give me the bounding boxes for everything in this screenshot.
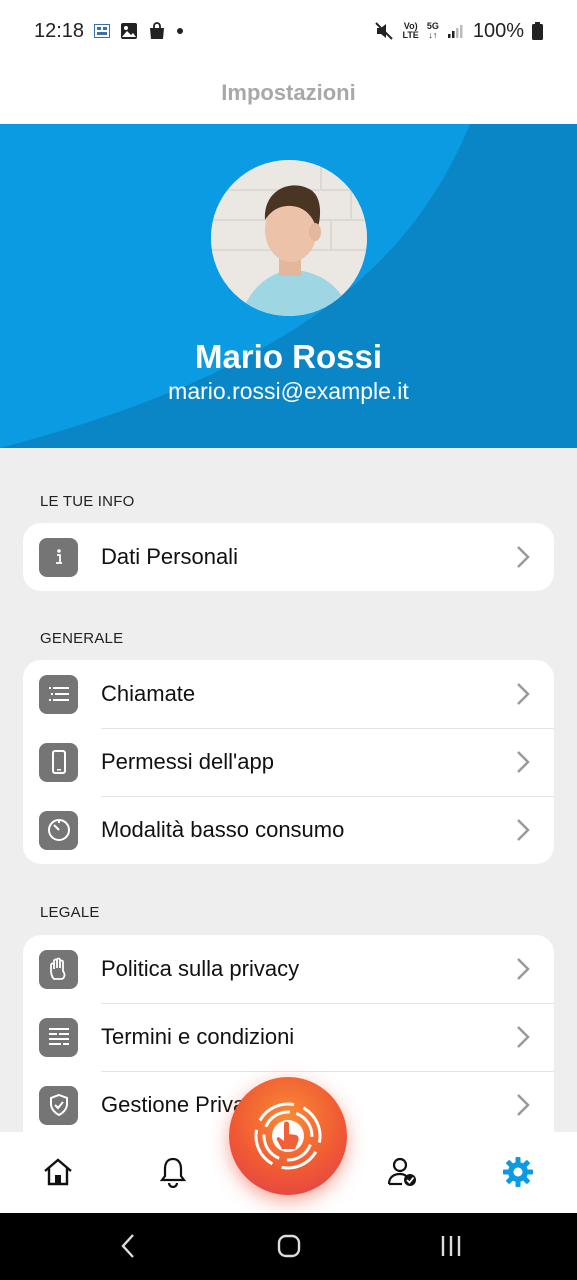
timer-icon bbox=[39, 810, 78, 850]
card-generale: Chiamate Permessi dell'app Modalità bass… bbox=[23, 660, 554, 864]
sos-button[interactable] bbox=[229, 1077, 347, 1195]
system-back-icon[interactable] bbox=[116, 1231, 140, 1261]
list-icon bbox=[39, 674, 78, 714]
section-label-legale: LEGALE bbox=[40, 904, 100, 921]
page-title: Impostazioni bbox=[221, 80, 356, 105]
chevron-right-icon bbox=[516, 1093, 530, 1117]
settings-row-permessi[interactable]: Permessi dell'app bbox=[23, 728, 554, 796]
settings-row-label: Permessi dell'app bbox=[101, 749, 274, 774]
status-bar: 12:18 Vo) LTE 5G ↓↑ 100% bbox=[0, 0, 577, 62]
document-icon bbox=[39, 1017, 78, 1057]
profile-header: Mario Rossi mario.rossi@example.it bbox=[0, 124, 577, 448]
user-name: Mario Rossi bbox=[194, 338, 383, 375]
settings-gear-icon[interactable] bbox=[498, 1152, 538, 1192]
shopping-bag-icon bbox=[148, 22, 166, 40]
signal-icon bbox=[447, 23, 465, 39]
system-home-icon[interactable] bbox=[276, 1231, 302, 1261]
user-email: mario.rossi@example.it bbox=[168, 378, 409, 404]
app-header: Impostazioni bbox=[0, 62, 577, 124]
user-verified-icon[interactable] bbox=[383, 1152, 423, 1192]
settings-row-label: Chiamate bbox=[101, 681, 196, 706]
avatar-photo bbox=[211, 160, 367, 316]
settings-row-label: Termini e condizioni bbox=[101, 1024, 295, 1049]
dot-icon bbox=[176, 27, 184, 35]
system-navigation-bar bbox=[0, 1213, 577, 1280]
avatar[interactable] bbox=[211, 160, 367, 316]
battery-icon bbox=[532, 22, 543, 40]
chevron-right-icon bbox=[516, 750, 530, 774]
chevron-right-icon bbox=[516, 957, 530, 981]
hand-icon bbox=[39, 949, 78, 989]
phone-icon bbox=[39, 742, 78, 782]
settings-row-chiamate[interactable]: Chiamate bbox=[23, 660, 554, 728]
status-time: 12:18 bbox=[34, 19, 85, 42]
mute-icon bbox=[374, 21, 394, 41]
chevron-right-icon bbox=[516, 1025, 530, 1049]
volte-icon: Vo) LTE bbox=[402, 21, 419, 40]
shield-check-icon bbox=[39, 1085, 78, 1125]
5g-icon: 5G ↓↑ bbox=[426, 21, 439, 40]
calendar-notification-icon bbox=[94, 24, 111, 38]
section-label-generale: GENERALE bbox=[40, 630, 124, 647]
info-icon bbox=[39, 537, 78, 577]
system-recents-icon[interactable] bbox=[438, 1231, 464, 1261]
home-icon[interactable] bbox=[38, 1152, 78, 1192]
settings-row-label: Dati Personali bbox=[101, 544, 238, 569]
settings-row-label: Politica sulla privacy bbox=[101, 956, 300, 981]
settings-row-label: Modalità basso consumo bbox=[101, 817, 345, 842]
section-label-info: LE TUE INFO bbox=[40, 493, 135, 510]
chevron-right-icon bbox=[516, 682, 530, 706]
bell-icon[interactable] bbox=[153, 1152, 193, 1192]
chevron-right-icon bbox=[516, 818, 530, 842]
battery-percent: 100% bbox=[472, 19, 524, 42]
chevron-right-icon bbox=[516, 545, 530, 569]
sos-touch-icon bbox=[254, 1102, 322, 1170]
settings-row-termini[interactable]: Termini e condizioni bbox=[23, 1003, 554, 1071]
card-info: Dati Personali bbox=[23, 523, 554, 591]
settings-row-basso-consumo[interactable]: Modalità basso consumo bbox=[23, 796, 554, 864]
image-icon bbox=[120, 22, 138, 40]
settings-row-privacy-policy[interactable]: Politica sulla privacy bbox=[23, 935, 554, 1003]
settings-row-dati-personali[interactable]: Dati Personali bbox=[23, 523, 554, 591]
